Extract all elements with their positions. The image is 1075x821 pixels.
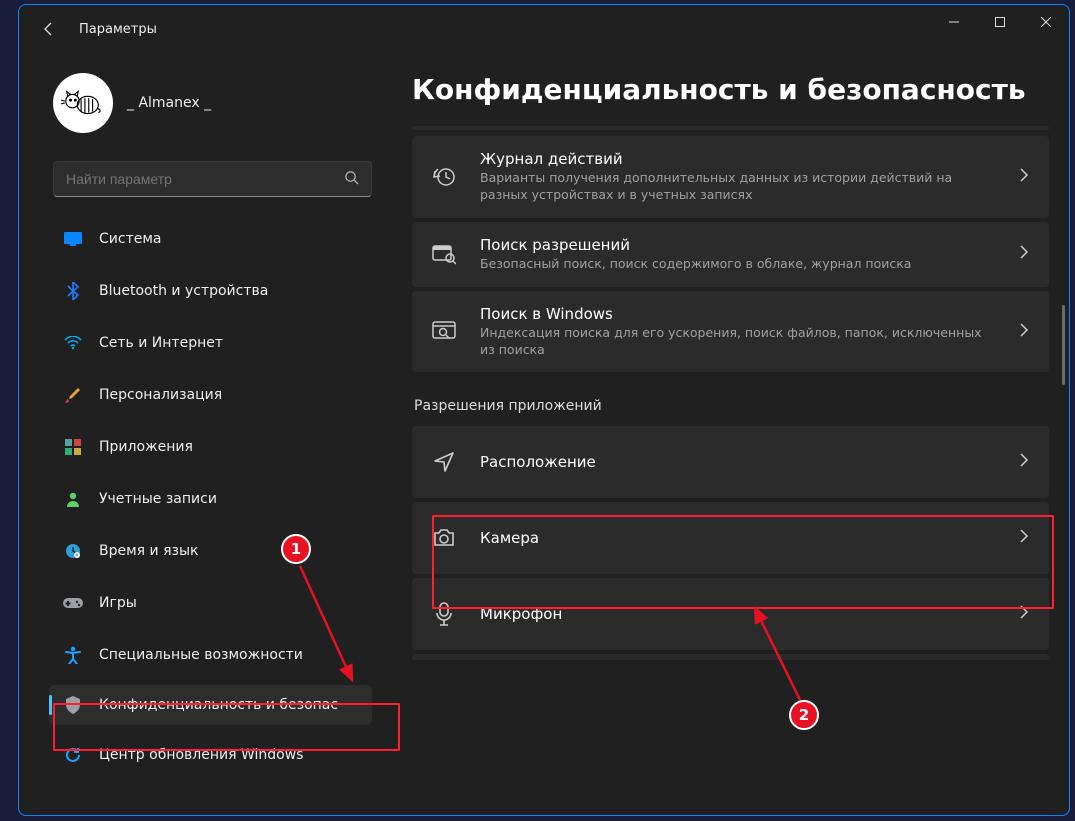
scroll-sliver [412, 126, 1049, 130]
brush-icon [63, 385, 83, 405]
card-title: Расположение [480, 453, 997, 471]
maximize-icon [995, 17, 1005, 27]
annotation-badge-1: 1 [281, 534, 311, 564]
access-icon [63, 645, 83, 665]
page-title: Конфиденциальность и безопасность [412, 73, 1049, 106]
search-icon [344, 170, 359, 189]
winsearch-icon [430, 318, 458, 346]
avatar-cat-icon [60, 80, 106, 126]
permsearch-icon [430, 240, 458, 268]
sidebar-item-brush[interactable]: Персонализация [49, 375, 372, 415]
settings-window: Параметры [18, 4, 1070, 816]
gamepad-icon [63, 593, 83, 613]
sidebar-item-apps[interactable]: Приложения [49, 427, 372, 467]
sidebar-item-access[interactable]: Специальные возможности [49, 635, 372, 675]
card-sliver [412, 654, 1049, 660]
bluetooth-icon [63, 281, 83, 301]
sidebar-item-label: Система [99, 231, 358, 247]
wifi-icon [63, 333, 83, 353]
maximize-button[interactable] [977, 5, 1023, 39]
sidebar-item-bluetooth[interactable]: Bluetooth и устройства [49, 271, 372, 311]
card-subtitle: Индексация поиска для его ускорения, пои… [480, 325, 997, 359]
clock-icon [63, 541, 83, 561]
sidebar-item-label: Сеть и Интернет [99, 335, 358, 351]
sidebar-item-refresh[interactable]: Центр обновления Windows [49, 735, 372, 775]
chevron-right-icon [1019, 605, 1033, 623]
settings-card-location[interactable]: Расположение [412, 426, 1049, 498]
card-title: Журнал действий [480, 150, 997, 168]
settings-card-mic[interactable]: Микрофон [412, 578, 1049, 650]
minimize-icon [949, 17, 959, 27]
settings-card-history[interactable]: Журнал действий Варианты получения допол… [412, 136, 1049, 218]
sidebar-item-clock[interactable]: Время и язык [49, 531, 372, 571]
sidebar-item-label: Bluetooth и устройства [99, 283, 358, 299]
sidebar: _ Almanex _ Система Bluetooth и устройств… [19, 53, 384, 815]
sidebar-item-label: Приложения [99, 439, 358, 455]
titlebar: Параметры [19, 5, 1069, 53]
back-button[interactable] [37, 17, 61, 41]
annotation-badge-2: 2 [789, 700, 819, 730]
main-content: Конфиденциальность и безопасность Журнал… [384, 53, 1069, 815]
card-title: Поиск разрешений [480, 236, 997, 254]
card-subtitle: Безопасный поиск, поиск содержимого в об… [480, 256, 997, 273]
system-icon [63, 229, 83, 249]
sidebar-item-system[interactable]: Система [49, 219, 372, 259]
window-controls [931, 5, 1069, 39]
chevron-right-icon [1019, 529, 1033, 547]
search-input[interactable] [66, 171, 344, 187]
settings-card-permsearch[interactable]: Поиск разрешений Безопасный поиск, поиск… [412, 222, 1049, 287]
user-icon [63, 489, 83, 509]
card-body: Поиск разрешений Безопасный поиск, поиск… [480, 236, 997, 273]
chevron-right-icon [1019, 453, 1033, 471]
avatar [53, 73, 113, 133]
sidebar-item-label: Игры [99, 595, 358, 611]
sidebar-item-shield[interactable]: Конфиденциальность и безопас [49, 685, 372, 725]
chevron-right-icon [1019, 323, 1033, 341]
card-body: Журнал действий Варианты получения допол… [480, 150, 997, 204]
apps-icon [63, 437, 83, 457]
sidebar-item-gamepad[interactable]: Игры [49, 583, 372, 623]
settings-card-winsearch[interactable]: Поиск в Windows Индексация поиска для ег… [412, 291, 1049, 373]
username: _ Almanex _ [127, 95, 211, 111]
chevron-right-icon [1019, 245, 1033, 263]
section-header-app-permissions: Разрешения приложений [414, 398, 1049, 414]
location-icon [430, 448, 458, 476]
minimize-button[interactable] [931, 5, 977, 39]
close-button[interactable] [1023, 5, 1069, 39]
close-icon [1041, 17, 1051, 27]
mic-icon [430, 600, 458, 628]
card-title: Камера [480, 529, 997, 547]
search-box[interactable] [53, 161, 372, 197]
card-title: Поиск в Windows [480, 305, 997, 323]
sidebar-item-label: Конфиденциальность и безопас [99, 697, 358, 713]
nav-list: Система Bluetooth и устройства Сеть и Инте… [41, 219, 372, 783]
camera-icon [430, 524, 458, 552]
sidebar-item-label: Центр обновления Windows [99, 747, 358, 763]
scrollbar-thumb[interactable] [1062, 305, 1065, 385]
shield-icon [63, 695, 83, 715]
card-subtitle: Варианты получения дополнительных данных… [480, 170, 997, 204]
card-body: Микрофон [480, 605, 997, 623]
sidebar-item-wifi[interactable]: Сеть и Интернет [49, 323, 372, 363]
settings-card-camera[interactable]: Камера [412, 502, 1049, 574]
card-body: Расположение [480, 453, 997, 471]
sidebar-item-label: Специальные возможности [99, 647, 358, 663]
sidebar-item-label: Учетные записи [99, 491, 358, 507]
history-icon [430, 163, 458, 191]
arrow-left-icon [41, 21, 57, 37]
sidebar-item-user[interactable]: Учетные записи [49, 479, 372, 519]
window-title: Параметры [79, 22, 157, 37]
profile-block[interactable]: _ Almanex _ [41, 73, 372, 133]
card-body: Поиск в Windows Индексация поиска для ег… [480, 305, 997, 359]
chevron-right-icon [1019, 168, 1033, 186]
sidebar-item-label: Время и язык [99, 543, 358, 559]
sidebar-item-label: Персонализация [99, 387, 358, 403]
refresh-icon [63, 745, 83, 765]
card-title: Микрофон [480, 605, 997, 623]
card-body: Камера [480, 529, 997, 547]
